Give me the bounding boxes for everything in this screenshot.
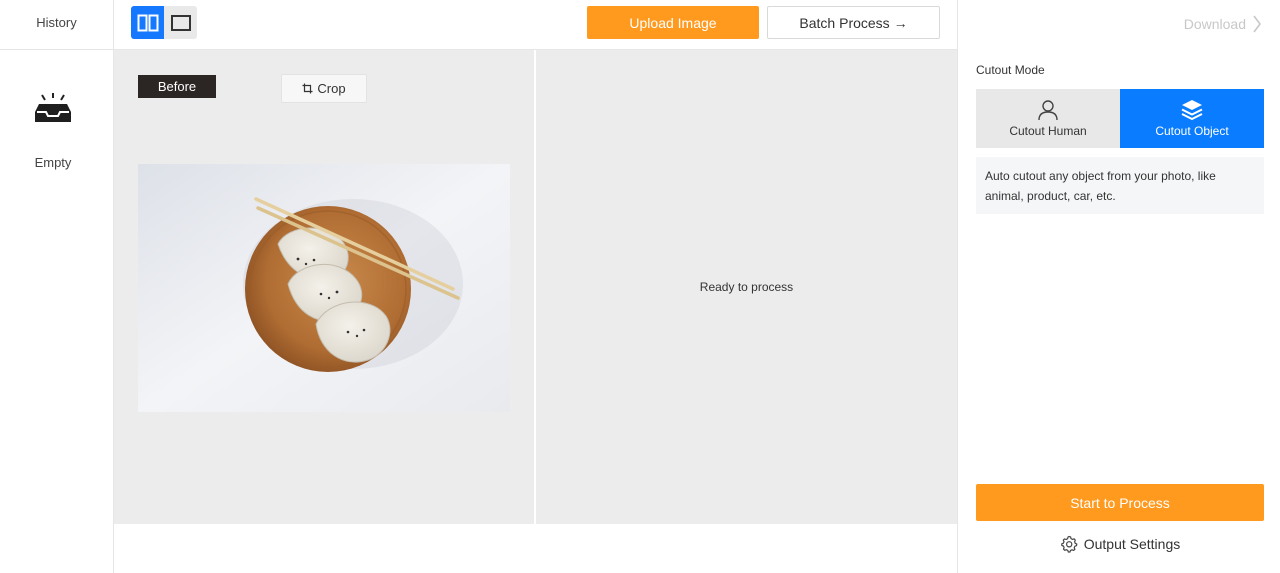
single-view-button[interactable]	[164, 6, 197, 39]
history-sidebar: History Empty	[0, 0, 114, 573]
cutout-human-label: Cutout Human	[1009, 124, 1087, 138]
single-view-icon	[170, 14, 191, 31]
cutout-object-button[interactable]: Cutout Object	[1120, 89, 1264, 148]
chevron-right-icon	[1253, 15, 1261, 33]
upload-image-button[interactable]: Upload Image	[587, 6, 759, 39]
top-toolbar: Upload Image Batch Process →	[114, 0, 957, 50]
view-mode-toggle	[131, 6, 197, 39]
output-settings-button[interactable]: Output Settings	[976, 535, 1264, 553]
download-label: Download	[1183, 16, 1246, 32]
source-photo	[138, 164, 510, 412]
split-view-button[interactable]	[131, 6, 164, 39]
ready-status-text: Ready to process	[699, 280, 794, 294]
person-icon	[1038, 100, 1058, 121]
history-title: History	[0, 0, 113, 50]
layers-icon	[1181, 100, 1203, 121]
history-empty-text: Empty	[34, 155, 72, 170]
crop-label: Crop	[317, 81, 346, 96]
cutout-mode-label: Cutout Mode	[976, 63, 1045, 77]
download-button[interactable]: Download	[1184, 14, 1262, 34]
cutout-human-button[interactable]: Cutout Human	[976, 89, 1120, 148]
gear-icon	[1060, 535, 1078, 553]
canvas-footer	[114, 524, 957, 573]
empty-inbox-icon	[35, 93, 71, 122]
start-process-button[interactable]: Start to Process	[976, 484, 1264, 521]
settings-panel: Download Cutout Mode Cutout Human Cutout…	[957, 0, 1280, 573]
batch-process-button[interactable]: Batch Process →	[767, 6, 940, 39]
output-settings-label: Output Settings	[1083, 536, 1181, 552]
crop-button[interactable]: Crop	[281, 74, 367, 103]
before-pane: Before Crop	[114, 50, 534, 524]
mode-description: Auto cutout any object from your photo, …	[976, 157, 1264, 214]
split-view-icon	[137, 14, 158, 31]
before-badge: Before	[138, 75, 216, 98]
cutout-object-label: Cutout Object	[1155, 124, 1229, 138]
cutout-mode-selector: Cutout Human Cutout Object	[976, 89, 1264, 148]
after-pane: Ready to process	[536, 50, 957, 524]
crop-icon	[302, 83, 313, 94]
